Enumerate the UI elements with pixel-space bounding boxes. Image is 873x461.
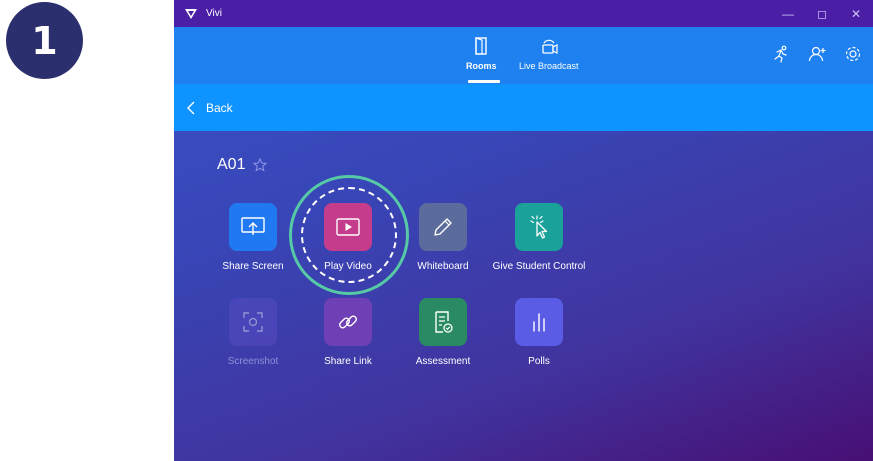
maximize-icon[interactable]: ◻ bbox=[805, 0, 839, 27]
room-header: A01 bbox=[217, 156, 268, 174]
assessment-label: Assessment bbox=[415, 356, 471, 367]
active-tab-indicator bbox=[468, 80, 500, 83]
share-screen-button[interactable]: Share Screen bbox=[203, 203, 303, 273]
polls-button[interactable]: Polls bbox=[489, 298, 589, 368]
add-user-icon[interactable] bbox=[807, 44, 827, 64]
vivi-logo-icon bbox=[184, 8, 198, 20]
back-bar: Back bbox=[174, 84, 873, 131]
give-student-control-label: Give Student Control bbox=[492, 261, 586, 272]
gear-icon[interactable] bbox=[843, 44, 863, 64]
close-icon[interactable]: ✕ bbox=[839, 0, 873, 27]
room-name: A01 bbox=[217, 156, 246, 173]
title-bar: Vivi — ◻ ✕ bbox=[174, 0, 873, 27]
pencil-icon bbox=[419, 203, 467, 251]
tab-rooms[interactable]: Rooms bbox=[466, 36, 497, 71]
give-student-control-button[interactable]: Give Student Control bbox=[489, 203, 589, 273]
polls-label: Polls bbox=[528, 356, 550, 367]
play-video-highlight-circle bbox=[289, 175, 409, 295]
window-title: Vivi bbox=[206, 8, 222, 19]
back-label[interactable]: Back bbox=[206, 101, 233, 115]
chevron-left-icon bbox=[187, 101, 195, 114]
step-number-badge: 1 bbox=[6, 2, 83, 79]
cursor-click-icon bbox=[515, 203, 563, 251]
back-button[interactable] bbox=[186, 101, 196, 115]
tab-rooms-label: Rooms bbox=[466, 61, 497, 71]
assessment-button[interactable]: Assessment bbox=[393, 298, 493, 368]
screenshot-label: Screenshot bbox=[227, 356, 279, 367]
door-icon bbox=[474, 36, 488, 56]
screenshot-icon bbox=[229, 298, 277, 346]
minimize-icon[interactable]: — bbox=[771, 0, 805, 27]
share-screen-icon bbox=[229, 203, 277, 251]
top-navigation: Rooms Live Broadcast bbox=[174, 27, 873, 84]
broadcast-camera-icon bbox=[539, 36, 559, 56]
link-icon bbox=[324, 298, 372, 346]
share-link-button[interactable]: Share Link bbox=[298, 298, 398, 368]
screenshot-button: Screenshot bbox=[203, 298, 303, 368]
vivi-app-window: Vivi — ◻ ✕ Rooms Live Broadcast Back A01… bbox=[174, 0, 873, 461]
polls-icon bbox=[515, 298, 563, 346]
tab-live-broadcast[interactable]: Live Broadcast bbox=[519, 36, 579, 71]
favorite-star-icon[interactable] bbox=[253, 158, 268, 172]
highlight-dashed-ring bbox=[301, 187, 397, 283]
assessment-icon bbox=[419, 298, 467, 346]
share-link-label: Share Link bbox=[324, 356, 372, 367]
share-screen-label: Share Screen bbox=[222, 261, 284, 272]
tab-live-broadcast-label: Live Broadcast bbox=[519, 61, 579, 71]
running-person-icon[interactable] bbox=[771, 44, 791, 64]
whiteboard-label: Whiteboard bbox=[417, 261, 469, 272]
